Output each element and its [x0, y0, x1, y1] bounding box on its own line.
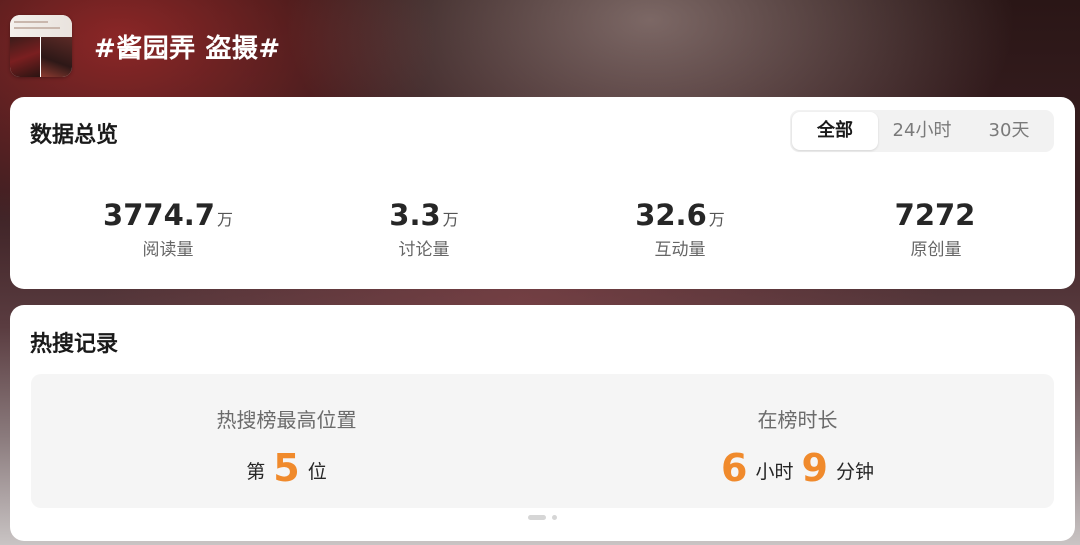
- stat-discussions: 3.3 万 讨论量: [296, 197, 552, 260]
- time-range-selector: 全部 24小时 30天: [790, 110, 1054, 152]
- page-indicator-dot: [552, 515, 557, 520]
- rank-suffix: 位: [307, 461, 327, 483]
- hot-search-title: 热搜记录: [30, 332, 119, 357]
- stat-originals-value: 7272: [894, 198, 976, 232]
- highest-rank-value-line: 第5位: [31, 447, 542, 489]
- duration-label: 在榜时长: [757, 408, 838, 432]
- duration-value-line: 6 小时 9 分钟: [542, 447, 1053, 489]
- stat-interactions-label: 互动量: [654, 240, 706, 260]
- duration-hours-unit: 小时: [755, 461, 794, 483]
- stat-interactions: 32.6 万 互动量: [552, 197, 808, 260]
- page-indicator-active-dot: [528, 515, 546, 520]
- rank-number: 5: [273, 446, 300, 490]
- duration-minutes-unit: 分钟: [835, 461, 874, 483]
- duration-hours: 6: [721, 446, 748, 490]
- duration-minutes: 9: [801, 446, 828, 490]
- stat-discussions-value: 3.3: [389, 198, 441, 232]
- stat-originals-label: 原创量: [910, 240, 962, 260]
- stat-reads-value: 3774.7: [103, 198, 215, 232]
- highest-rank-label: 热搜榜最高位置: [216, 408, 357, 432]
- stat-interactions-value: 32.6: [635, 198, 707, 232]
- stats-row: 3774.7 万 阅读量 3.3 万 讨论量 32.6 万 互动量 7272 原创量: [10, 197, 1075, 260]
- duration-block: 在榜时长 6 小时 9 分钟: [542, 404, 1053, 489]
- stat-reads-label: 阅读量: [142, 240, 194, 260]
- data-overview-card: 数据总览 全部 24小时 30天 3774.7 万 阅读量 3.3 万 讨论量 32…: [10, 97, 1075, 289]
- overview-title: 数据总览: [30, 123, 119, 148]
- tab-24-hours[interactable]: 24小时: [878, 112, 966, 150]
- hot-search-panel[interactable]: 热搜榜最高位置 第5位 在榜时长 6 小时 9 分钟: [31, 374, 1054, 508]
- stat-reads: 3774.7 万 阅读量: [40, 197, 296, 260]
- tab-all[interactable]: 全部: [792, 112, 878, 150]
- stat-interactions-unit: 万: [708, 210, 725, 229]
- highest-rank-block: 热搜榜最高位置 第5位: [31, 404, 542, 489]
- stat-originals: 7272 原创量: [808, 197, 1064, 260]
- page-indicator: [528, 515, 557, 520]
- stat-discussions-unit: 万: [442, 210, 459, 229]
- stat-reads-unit: 万: [216, 210, 233, 229]
- stat-discussions-label: 讨论量: [398, 240, 450, 260]
- hashtag-title: #酱园弄 盗摄#: [94, 33, 281, 64]
- tab-30-days[interactable]: 30天: [966, 112, 1052, 150]
- hot-search-card: 热搜记录 热搜榜最高位置 第5位 在榜时长 6 小时 9 分钟: [10, 305, 1075, 541]
- rank-prefix: 第: [246, 461, 266, 483]
- topic-header: #酱园弄 盗摄#: [10, 14, 281, 78]
- topic-thumbnail-image[interactable]: [10, 15, 72, 77]
